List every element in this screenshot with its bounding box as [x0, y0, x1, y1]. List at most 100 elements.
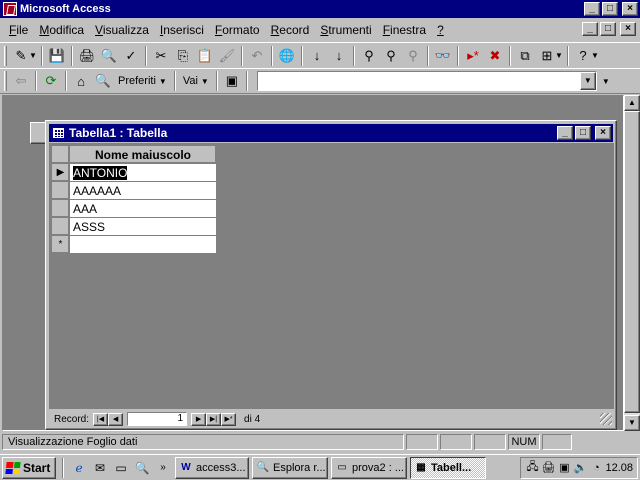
- task-scheduler-icon[interactable]: ◔: [589, 462, 603, 474]
- web-toolbar-options-icon[interactable]: ▼: [601, 77, 611, 86]
- new-object-dropdown-icon[interactable]: ▼: [554, 51, 564, 60]
- back-icon[interactable]: ⇦: [10, 70, 32, 92]
- favorites-menu[interactable]: Preferiti ▼: [114, 75, 171, 87]
- menu-strumenti[interactable]: Strumenti: [315, 23, 377, 37]
- toolbar-grip[interactable]: [4, 45, 7, 66]
- scroll-up-icon[interactable]: ▲: [624, 95, 640, 111]
- selected-cell-text: ANTONIO: [73, 165, 128, 180]
- table-cell[interactable]: ANTONIO: [69, 163, 217, 182]
- record-number-field[interactable]: 1: [127, 412, 188, 426]
- show-desktop-icon[interactable]: ▭: [112, 459, 130, 477]
- refresh-icon[interactable]: ⟳: [40, 70, 62, 92]
- paste-icon[interactable]: 📋: [194, 45, 216, 67]
- mdi-vertical-scrollbar[interactable]: ▲ ▼: [624, 95, 640, 431]
- search-web-icon[interactable]: 🔍: [92, 70, 114, 92]
- menu-finestra[interactable]: Finestra: [378, 23, 432, 37]
- table-cell[interactable]: AAA: [69, 199, 217, 218]
- task-button-tabella[interactable]: ▦ Tabell...: [410, 456, 486, 479]
- scroll-down-icon[interactable]: ▼: [624, 415, 640, 431]
- printer-tray-icon[interactable]: 🖨: [541, 461, 555, 474]
- column-header[interactable]: Nome maiuscolo: [69, 145, 217, 164]
- task-button-explorer[interactable]: 🔍 Esplora r...: [252, 456, 328, 479]
- next-record-button[interactable]: ▶: [191, 412, 207, 426]
- print-preview-icon[interactable]: 🔍: [98, 45, 120, 67]
- minimize-button[interactable]: _: [584, 2, 600, 16]
- table-cell[interactable]: AAAAAA: [69, 181, 217, 200]
- toolbar-separator: [71, 45, 73, 66]
- show-only-web-toolbar-icon[interactable]: ▣: [221, 70, 243, 92]
- current-record-icon[interactable]: ▶: [51, 163, 70, 182]
- format-painter-icon[interactable]: 🖌: [216, 45, 238, 67]
- apply-filter-icon[interactable]: ⚲: [402, 45, 424, 67]
- menu-formato[interactable]: Formato: [210, 23, 266, 37]
- view-dropdown-icon[interactable]: ▼: [28, 51, 38, 60]
- record-selector[interactable]: [51, 217, 70, 236]
- menu-record[interactable]: Record: [266, 23, 316, 37]
- maximize-button[interactable]: □: [602, 2, 618, 16]
- address-field[interactable]: ▼: [256, 71, 597, 91]
- task-button-prova2[interactable]: ▭ prova2 : ...: [331, 456, 407, 479]
- table-minimize-button[interactable]: _: [557, 126, 573, 140]
- start-button[interactable]: Start: [2, 456, 56, 479]
- spelling-icon[interactable]: ✓: [120, 45, 142, 67]
- menu-help[interactable]: ?: [432, 23, 450, 37]
- task-button-word[interactable]: W access3...: [175, 456, 249, 479]
- new-record-icon[interactable]: ▸*: [462, 45, 484, 67]
- table-maximize-button[interactable]: □: [575, 126, 591, 140]
- table-window-title-bar[interactable]: Tabella1 : Tabella _ □ ×: [49, 124, 613, 142]
- record-selector[interactable]: [51, 181, 70, 200]
- mdi-restore-button[interactable]: □: [600, 22, 616, 36]
- previous-record-button[interactable]: ◀: [108, 412, 124, 426]
- app-title-bar[interactable]: Microsoft Access _ □ ×: [0, 0, 640, 18]
- first-record-button[interactable]: |◀: [93, 412, 109, 426]
- volume-icon[interactable]: 🔈: [573, 461, 588, 474]
- home-icon[interactable]: ⌂: [70, 70, 92, 92]
- select-all-cell[interactable]: [51, 145, 70, 164]
- find-icon[interactable]: 👓: [432, 45, 454, 67]
- table-icon[interactable]: [53, 128, 64, 138]
- resize-grip-icon[interactable]: [600, 413, 612, 425]
- scroll-thumb[interactable]: [624, 111, 640, 413]
- table-cell[interactable]: ASSS: [69, 217, 217, 236]
- mdi-close-button[interactable]: ×: [620, 22, 636, 36]
- status-cell: [440, 434, 472, 450]
- menu-file[interactable]: File: [4, 23, 34, 37]
- copy-icon[interactable]: ⎘: [172, 45, 194, 67]
- quick-launch-more-icon[interactable]: »: [154, 459, 172, 477]
- delete-record-icon[interactable]: ✖: [484, 45, 506, 67]
- cut-icon[interactable]: ✂: [150, 45, 172, 67]
- sort-descending-icon[interactable]: ↓: [328, 45, 350, 67]
- access-app-icon[interactable]: [3, 2, 17, 16]
- mdi-minimize-button[interactable]: _: [582, 22, 598, 36]
- sort-ascending-icon[interactable]: ↓: [306, 45, 328, 67]
- close-button[interactable]: ×: [622, 2, 638, 16]
- new-record-icon[interactable]: *: [51, 235, 70, 254]
- menu-visualizza[interactable]: Visualizza: [90, 23, 155, 37]
- record-selector[interactable]: [51, 199, 70, 218]
- menu-modifica[interactable]: Modifica: [34, 23, 90, 37]
- toolbar-options-icon[interactable]: ▼: [590, 51, 600, 60]
- filter-by-selection-icon[interactable]: ⚲: [358, 45, 380, 67]
- last-record-button[interactable]: ▶|: [206, 412, 222, 426]
- clock[interactable]: 12.08: [605, 462, 633, 474]
- toolbar-separator: [35, 71, 37, 91]
- go-menu[interactable]: Vai ▼: [179, 75, 213, 87]
- datasheet-area: Nome maiuscolo ▶ ANTONIO AAAAAA AAA ASSS…: [49, 143, 614, 409]
- new-record-button[interactable]: ▶*: [221, 412, 237, 426]
- channels-icon[interactable]: 🔍: [133, 459, 151, 477]
- database-window-icon[interactable]: ⧉: [514, 45, 536, 67]
- menu-inserisci[interactable]: Inserisci: [155, 23, 210, 37]
- network-icon[interactable]: 🖧: [525, 458, 539, 477]
- insert-hyperlink-icon[interactable]: 🌐: [276, 45, 298, 67]
- address-dropdown-icon[interactable]: ▼: [579, 72, 596, 90]
- internet-explorer-icon[interactable]: ℯ: [70, 459, 88, 477]
- undo-icon[interactable]: ↶: [246, 45, 268, 67]
- monitor-icon[interactable]: ▣: [557, 461, 571, 474]
- new-record-cell[interactable]: [69, 235, 217, 254]
- table-close-button[interactable]: ×: [595, 126, 611, 140]
- filter-by-form-icon[interactable]: ⚲: [380, 45, 402, 67]
- save-icon[interactable]: 💾: [46, 45, 68, 67]
- toolbar-grip[interactable]: [4, 71, 7, 91]
- print-icon[interactable]: 🖨: [76, 45, 98, 67]
- outlook-express-icon[interactable]: ✉: [91, 459, 109, 477]
